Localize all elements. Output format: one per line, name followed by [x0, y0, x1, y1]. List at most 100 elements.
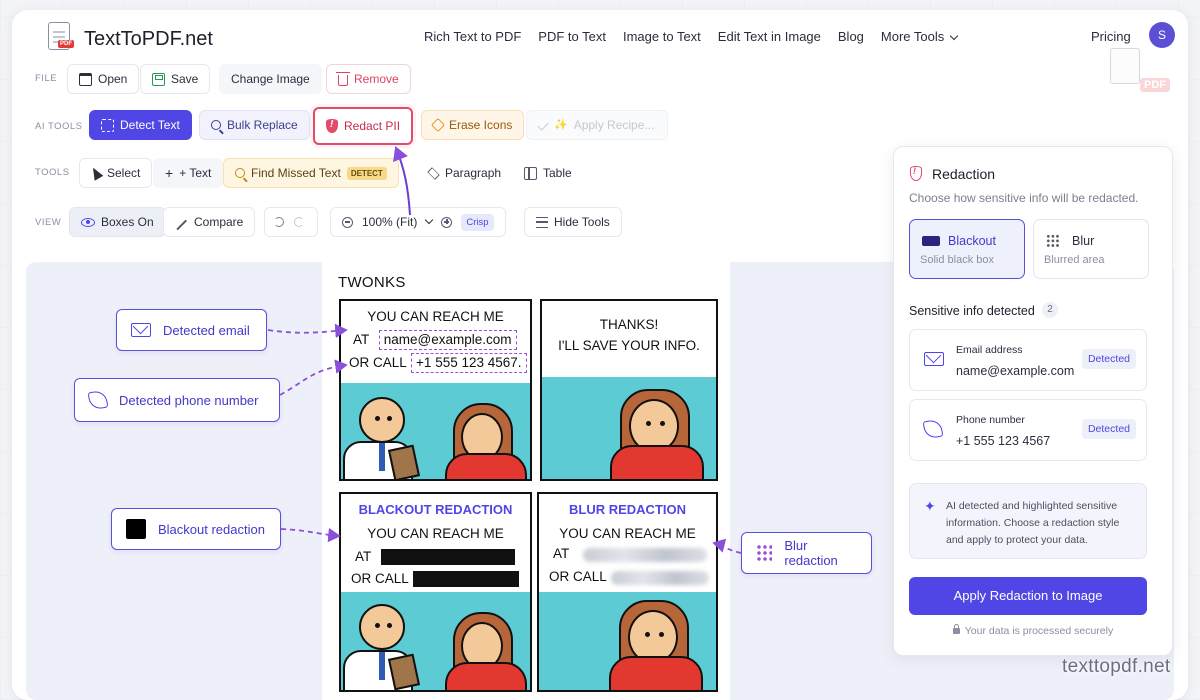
detected-item-phone[interactable]: Phone number +1 555 123 4567 Detected — [909, 399, 1147, 461]
plus-icon: + — [165, 165, 174, 181]
table-label: Table — [543, 166, 572, 180]
shield-icon — [326, 119, 338, 133]
man-head — [359, 397, 405, 443]
avatar[interactable]: S — [1149, 22, 1175, 48]
option-blackout[interactable]: Blackout Solid black box — [909, 219, 1025, 279]
apply-recipe-button[interactable]: ✨ Apply Recipe... — [526, 110, 668, 140]
comic-panel-4: BLUR REDACTION YOU CAN REACH ME AT OR CA… — [537, 492, 718, 692]
boxes-on-label: Boxes On — [101, 215, 154, 229]
black-square-icon — [126, 519, 146, 539]
eye-icon — [81, 217, 95, 227]
bulk-replace-button[interactable]: Bulk Replace — [199, 110, 310, 140]
nav-pdf-to-text[interactable]: PDF to Text — [538, 29, 606, 44]
undo-icon[interactable] — [274, 217, 284, 227]
sensitive-info-title: Sensitive info detected — [909, 304, 1035, 318]
callout-phone-label: Detected phone number — [119, 392, 259, 408]
blur-bar-phone[interactable] — [611, 571, 709, 585]
lock-icon — [952, 624, 960, 634]
redact-pii-button[interactable]: Redact PII — [313, 107, 414, 145]
man-tie — [379, 443, 385, 471]
blur-bar-email[interactable] — [583, 548, 707, 562]
remove-label: Remove — [354, 72, 399, 86]
woman-body — [610, 445, 704, 479]
nav-rich-text-to-pdf[interactable]: Rich Text to PDF — [424, 29, 521, 44]
sensitive-info-count: 2 — [1042, 302, 1058, 318]
nav-blog[interactable]: Blog — [838, 29, 864, 44]
panel4-line1: YOU CAN REACH ME — [559, 526, 696, 541]
check-icon — [537, 119, 549, 131]
table-button[interactable]: Table — [512, 158, 584, 188]
save-button[interactable]: Save — [140, 64, 211, 94]
nav-pricing[interactable]: Pricing — [1091, 29, 1131, 44]
zoom-in-icon[interactable] — [441, 216, 453, 228]
find-missed-text-button[interactable]: Find Missed Text DETECT — [223, 158, 399, 188]
redo-icon[interactable] — [294, 217, 304, 227]
mail-icon — [131, 323, 151, 337]
panel1-at-line: AT name@example.com — [353, 330, 517, 350]
phone-icon — [922, 418, 944, 440]
zoom-level[interactable]: 100% (Fit) — [362, 215, 417, 229]
callout-blur-label: Blur redaction — [784, 538, 838, 568]
detected-email-highlight[interactable]: name@example.com — [378, 330, 517, 350]
crisp-toggle[interactable]: Crisp — [461, 213, 494, 231]
comic-panel-1: YOU CAN REACH ME AT name@example.com OR … — [339, 299, 532, 481]
blackout-bar-email[interactable] — [381, 549, 515, 565]
nav-edit-text-in-image[interactable]: Edit Text in Image — [718, 29, 821, 44]
chevron-down-icon[interactable] — [425, 215, 434, 225]
panel1-at: AT — [353, 332, 370, 347]
save-icon — [152, 72, 165, 86]
cursor-icon — [88, 165, 104, 181]
option-blackout-title: Blackout — [948, 234, 996, 248]
detect-text-button[interactable]: Detect Text — [89, 110, 192, 140]
apply-redaction-button[interactable]: Apply Redaction to Image — [909, 577, 1147, 615]
callout-blur: Blur redaction — [741, 532, 872, 574]
redaction-panel: Redaction Choose how sensitive info will… — [893, 146, 1173, 656]
erase-icons-button[interactable]: Erase Icons — [421, 110, 525, 140]
zoom-out-icon[interactable] — [342, 216, 353, 228]
panel1-orcall: OR CALL — [349, 355, 407, 370]
comic-panel-2: THANKS! I'LL SAVE YOUR INFO. — [540, 299, 718, 481]
magic-wand-icon — [176, 219, 187, 231]
panel3-line1: YOU CAN REACH ME — [367, 526, 504, 541]
change-image-label: Change Image — [231, 72, 310, 86]
sliders-icon — [536, 216, 548, 228]
detected-phone-highlight[interactable]: +1 555 123 4567. — [411, 353, 527, 373]
panel3-orcall: OR CALL — [351, 571, 409, 586]
select-tool-button[interactable]: Select — [79, 158, 153, 188]
redact-pii-label: Redact PII — [344, 119, 401, 133]
tools-row-label: TOOLS — [35, 167, 70, 178]
callout-detected-phone: Detected phone number — [74, 378, 280, 422]
comic-title: TWONKS — [338, 274, 406, 291]
logo[interactable]: PDF TextToPDF.net — [46, 22, 213, 56]
open-button[interactable]: Open — [67, 64, 140, 94]
eraser-icon — [430, 117, 446, 133]
panel4-title: BLUR REDACTION — [569, 502, 686, 517]
main-nav: Rich Text to PDF PDF to Text Image to Te… — [424, 29, 959, 44]
find-missed-label: Find Missed Text — [251, 166, 341, 180]
change-image-button[interactable]: Change Image — [219, 64, 322, 94]
option-blur[interactable]: Blur Blurred area — [1033, 219, 1149, 279]
nav-more-tools[interactable]: More Tools — [881, 29, 959, 44]
logo-pdf-tag: PDF — [58, 40, 74, 48]
comic-image[interactable]: TWONKS YOU CAN REACH ME AT name@example.… — [322, 262, 730, 700]
compare-button[interactable]: Compare — [163, 207, 256, 237]
layers-icon — [427, 166, 440, 180]
hide-tools-button[interactable]: Hide Tools — [524, 207, 622, 237]
detected-item-label: Email address — [956, 344, 1023, 356]
erase-icons-label: Erase Icons — [449, 118, 513, 132]
detected-item-email[interactable]: Email address name@example.com Detected — [909, 329, 1147, 391]
ai-tools-row-label: AI TOOLS — [35, 121, 83, 132]
site-watermark: texttopdf.net — [1062, 656, 1171, 677]
panel1-call-line: OR CALL +1 555 123 4567. — [349, 353, 527, 373]
detect-text-label: Detect Text — [120, 118, 180, 132]
option-blur-title: Blur — [1072, 234, 1095, 248]
boxes-on-toggle[interactable]: Boxes On — [69, 207, 166, 237]
nav-image-to-text[interactable]: Image to Text — [623, 29, 701, 44]
paragraph-button[interactable]: Paragraph — [416, 158, 514, 188]
add-text-button[interactable]: + + Text — [153, 158, 224, 188]
paragraph-label: Paragraph — [445, 166, 502, 180]
view-row-label: VIEW — [35, 217, 62, 228]
logo-text: TextToPDF.net — [84, 27, 213, 50]
blackout-bar-phone[interactable] — [413, 571, 519, 587]
remove-button[interactable]: Remove — [326, 64, 411, 94]
